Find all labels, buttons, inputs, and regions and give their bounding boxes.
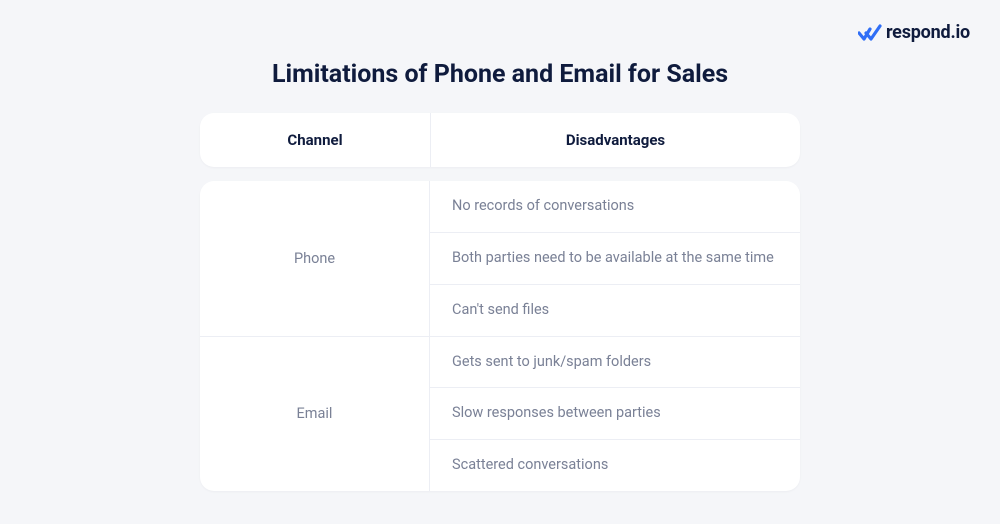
- list-item: Both parties need to be available at the…: [430, 232, 800, 284]
- channel-label: Phone: [200, 181, 430, 336]
- header-disadvantages: Disadvantages: [430, 113, 800, 167]
- table-header-row: Channel Disadvantages: [200, 113, 800, 167]
- header-channel: Channel: [200, 113, 430, 167]
- table-row: Phone No records of conversations Both p…: [200, 181, 800, 336]
- brand-name: respond.io: [886, 22, 970, 43]
- list-item: Gets sent to junk/spam folders: [430, 337, 800, 388]
- brand-logo: respond.io: [858, 22, 970, 43]
- list-item: Can't send files: [430, 284, 800, 336]
- channel-label: Email: [200, 337, 430, 492]
- brand-check-icon: [858, 24, 882, 42]
- list-item: No records of conversations: [430, 181, 800, 232]
- list-item: Scattered conversations: [430, 439, 800, 491]
- page-title: Limitations of Phone and Email for Sales: [272, 60, 728, 89]
- table-body: Phone No records of conversations Both p…: [200, 181, 800, 491]
- list-item: Slow responses between parties: [430, 387, 800, 439]
- table-row: Email Gets sent to junk/spam folders Slo…: [200, 336, 800, 492]
- limitations-table: Channel Disadvantages Phone No records o…: [200, 113, 800, 491]
